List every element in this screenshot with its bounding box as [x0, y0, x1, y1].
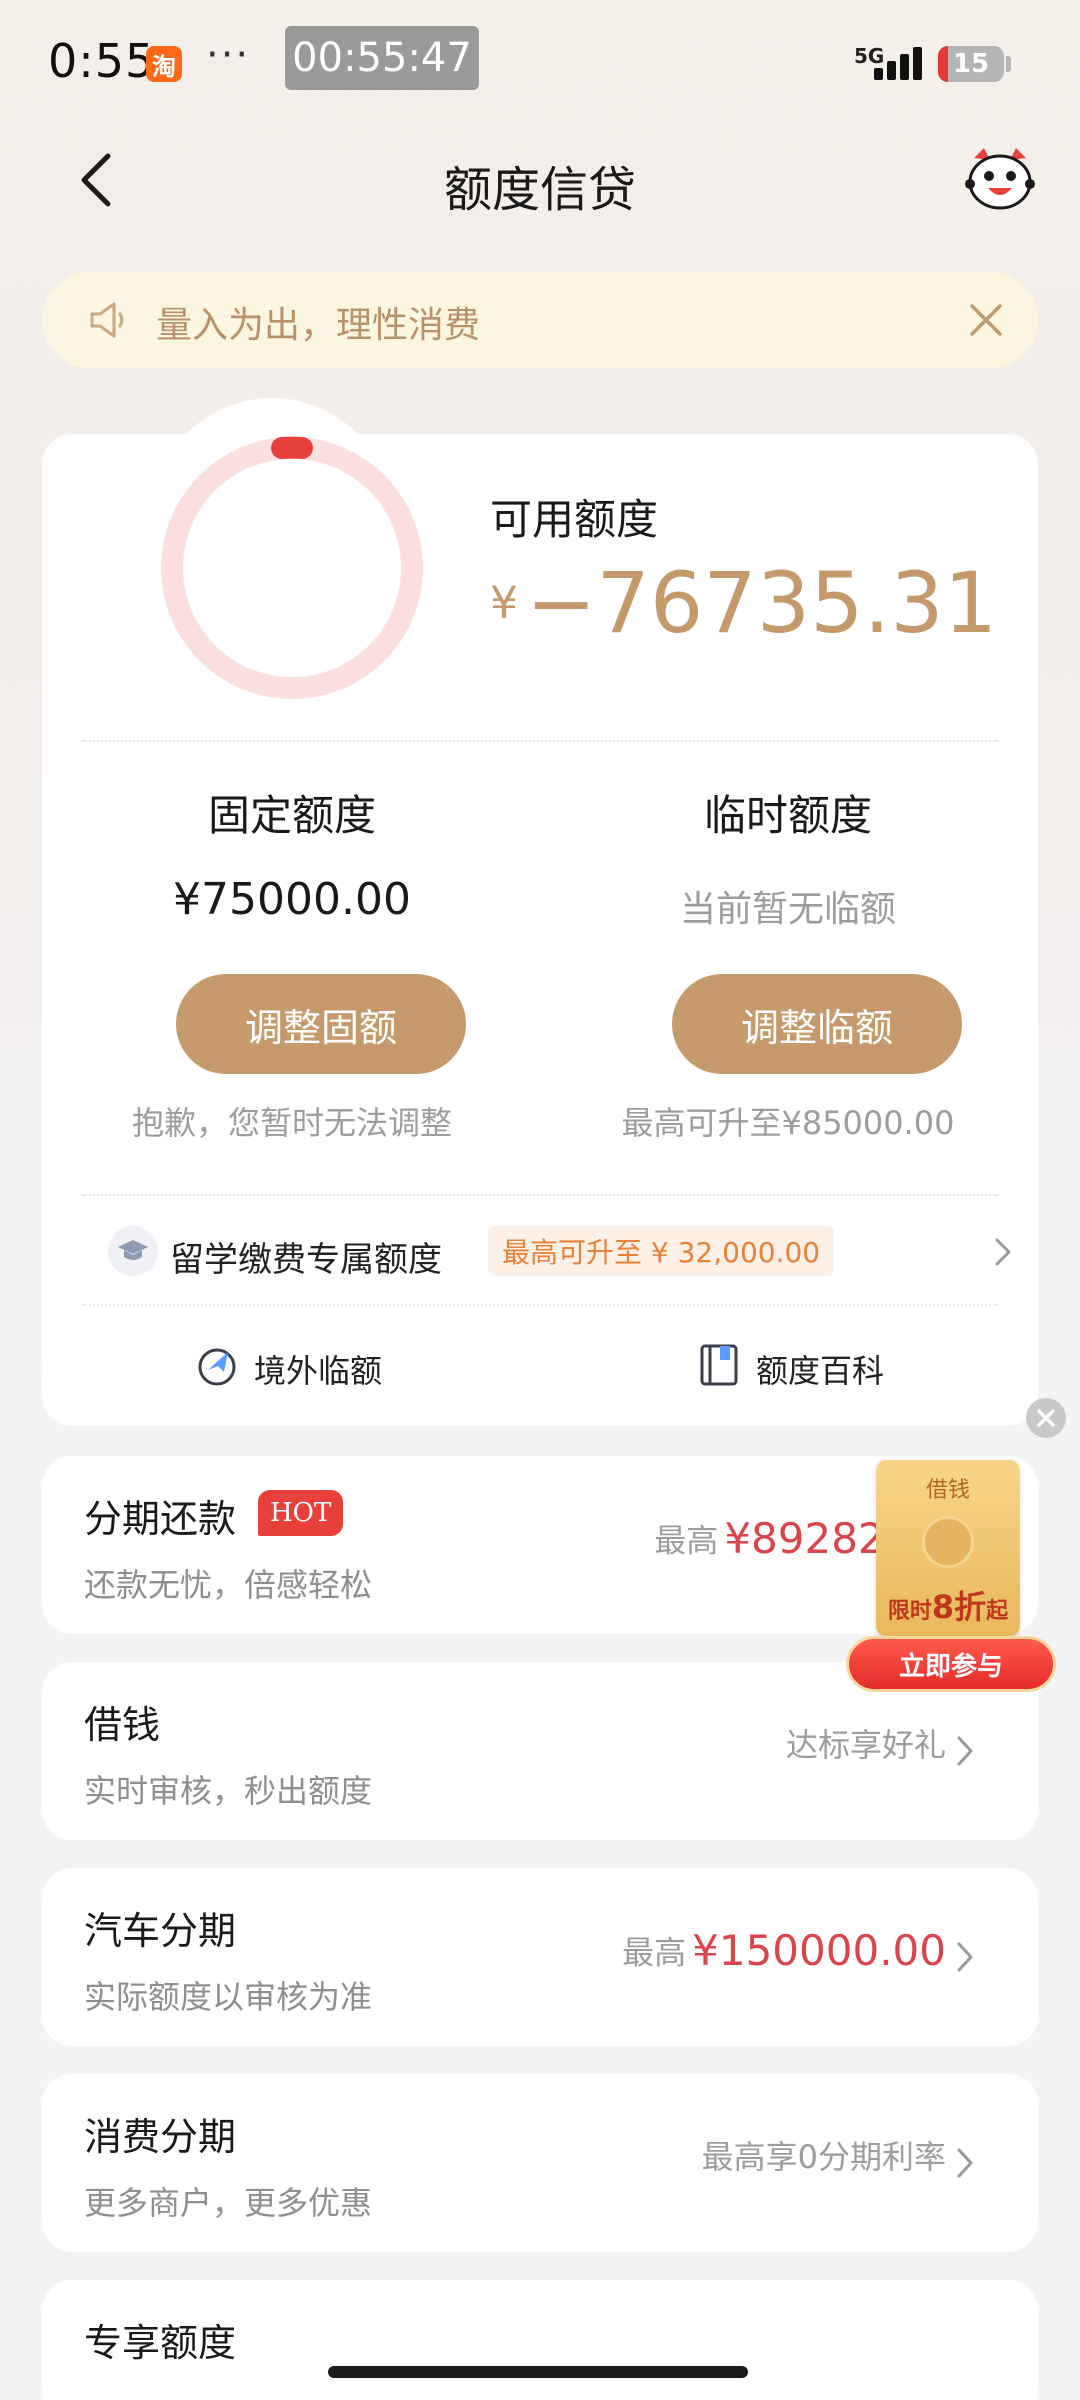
discount-suffix: 起	[986, 1599, 1009, 1624]
more-notifications-icon: ···	[206, 32, 251, 78]
product-subtitle: 实时审核，秒出额度	[84, 1772, 373, 1810]
promo-close-button[interactable]	[1026, 1398, 1066, 1438]
product-title: 专享额度	[84, 2321, 237, 2365]
home-indicator[interactable]	[328, 2366, 748, 2378]
product-title: 消费分期	[84, 2115, 237, 2159]
product-right-text: 达标享好礼	[786, 1720, 946, 1766]
temporary-credit-title: 临时额度	[703, 791, 872, 840]
status-bar: 0:55 淘 ··· 00:55:47 5G 15	[0, 0, 1080, 120]
chevron-right-icon	[957, 1736, 973, 1766]
fixed-credit-value: ¥75000.00	[173, 874, 411, 925]
exclusive-credit-row[interactable]: 专享额度	[42, 2280, 1038, 2400]
rate-text: 最高享0分期利率	[701, 2138, 946, 2176]
fixed-credit-title: 固定额度	[207, 791, 376, 840]
overseas-credit-label: 境外临额	[254, 1352, 383, 1390]
close-icon[interactable]	[966, 300, 1006, 340]
consumer-installment-row[interactable]: 消费分期 更多商户，更多优惠 最高享0分期利率	[42, 2074, 1038, 2252]
temporary-credit-column: 临时额度 当前暂无临额 调整临额 最高可升至¥85000.00	[568, 434, 1008, 1174]
red-envelope-icon: 借钱 限时8折起	[876, 1460, 1020, 1636]
divider	[82, 1304, 998, 1306]
study-abroad-label: 留学缴费专属额度	[170, 1240, 442, 1280]
promo-title: 借钱	[925, 1478, 970, 1503]
product-right-text: 最高享0分期利率	[702, 2132, 946, 2178]
car-installment-row[interactable]: 汽车分期 实际额度以审核为准 最高 ¥150000.00	[42, 1868, 1038, 2046]
chevron-right-icon	[995, 1238, 1011, 1266]
screen-record-timer: 00:55:47	[285, 26, 479, 90]
battery-tip	[1006, 56, 1011, 72]
speaker-icon	[90, 302, 124, 338]
adjust-temporary-credit-button[interactable]: 调整临额	[672, 974, 962, 1074]
signal-icon	[874, 46, 926, 80]
chevron-right-icon	[957, 2148, 973, 2178]
discount-prefix: 限时	[887, 1599, 932, 1624]
product-max-amount: 最高 ¥150000.00	[622, 1926, 946, 1975]
adjust-fixed-credit-button[interactable]: 调整固额	[176, 974, 466, 1074]
taobao-app-icon: 淘	[146, 46, 182, 82]
status-time: 0:55	[48, 34, 156, 88]
battery-icon: 15	[938, 46, 1004, 82]
promo-discount: 限时8折起	[876, 1582, 1020, 1628]
divider	[82, 1194, 998, 1196]
credit-wiki-label: 额度百科	[756, 1352, 885, 1390]
join-now-button[interactable]: 立即参与	[846, 1636, 1056, 1692]
product-subtitle: 还款无忧，倍感轻松	[84, 1566, 373, 1604]
plane-globe-icon	[198, 1348, 236, 1386]
borrow-promo-widget[interactable]: 借钱 限时8折起 立即参与	[846, 1460, 1056, 1696]
temporary-credit-note: 最高可升至¥85000.00	[621, 1104, 955, 1142]
graduation-cap-icon	[108, 1226, 158, 1276]
max-amount: ¥150000.00	[692, 1926, 946, 1975]
customer-service-mascot-icon[interactable]	[964, 146, 1036, 212]
chevron-right-icon	[957, 1942, 973, 1972]
coin-icon	[922, 1516, 974, 1568]
notice-text: 量入为出，理性消费	[156, 305, 481, 346]
battery-level: 15	[952, 49, 990, 79]
credit-card-panel: 可用额度 ¥−76735.31 固定额度 ¥75000.00 调整固额 抱歉，您…	[42, 398, 1038, 1426]
max-prefix: 最高	[654, 1521, 719, 1560]
product-subtitle: 更多商户，更多优惠	[84, 2184, 373, 2222]
book-icon	[700, 1344, 738, 1386]
hot-badge: HOT	[258, 1490, 344, 1536]
notice-banner: 量入为出，理性消费	[42, 272, 1038, 368]
page-title: 额度信贷	[443, 162, 636, 218]
fixed-credit-note: 抱歉，您暂时无法调整	[131, 1104, 452, 1142]
max-prefix: 最高	[622, 1933, 687, 1972]
product-subtitle: 实际额度以审核为准	[84, 1978, 373, 2016]
fixed-credit-column: 固定额度 ¥75000.00 调整固额 抱歉，您暂时无法调整	[72, 434, 512, 1174]
study-abroad-badge: 最高可升至 ¥ 32,000.00	[488, 1226, 835, 1276]
product-title: 分期还款	[84, 1497, 237, 1541]
discount-value: 8折	[931, 1588, 987, 1626]
close-icon	[1037, 1409, 1055, 1427]
product-title: 汽车分期	[84, 1909, 237, 1953]
reward-text: 达标享好礼	[785, 1726, 946, 1764]
product-title: 借钱	[84, 1703, 161, 1747]
temporary-credit-value: 当前暂无临额	[679, 889, 896, 930]
study-abroad-credit-row[interactable]: 留学缴费专属额度 最高可升至 ¥ 32,000.00	[108, 1222, 1011, 1282]
